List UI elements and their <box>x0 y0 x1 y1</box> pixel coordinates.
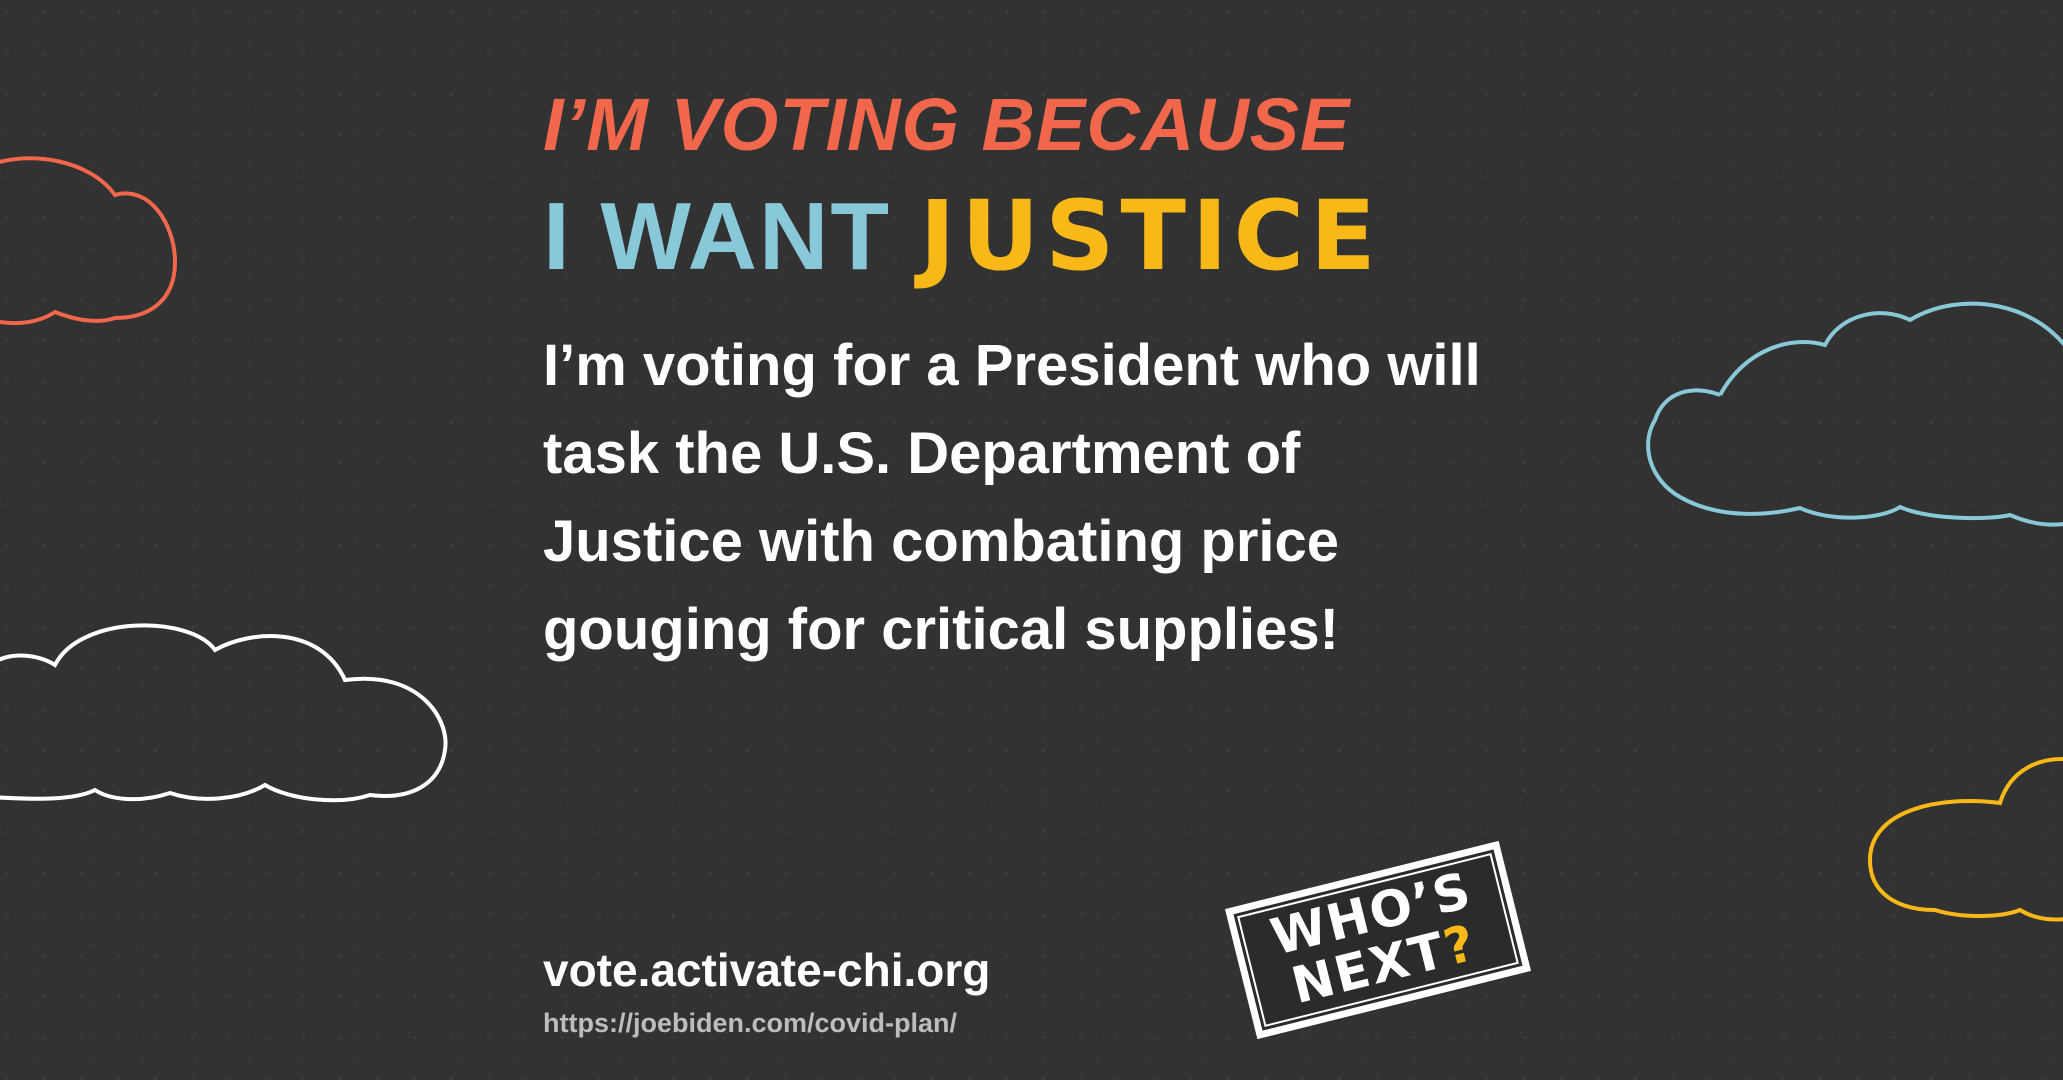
cloud-blue-icon <box>1646 301 2063 527</box>
body-text: I’m voting for a President who will task… <box>543 322 1481 674</box>
website-link[interactable]: vote.activate-chi.org <box>543 944 990 996</box>
headline-justice: JUSTICE <box>919 180 1382 292</box>
body-line: Justice with combating price <box>543 509 1340 574</box>
kicker-heading: I’M VOTING BECAUSE <box>543 83 1351 166</box>
body-line: gouging for critical supplies! <box>543 597 1339 662</box>
headline-i-want: I WANT <box>543 183 891 290</box>
cloud-white-icon <box>0 623 448 803</box>
body-line: I’m voting for a President who will <box>543 333 1481 398</box>
cloud-orange-icon <box>0 156 178 326</box>
body-line: task the U.S. Department of <box>543 421 1301 486</box>
source-url[interactable]: https://joebiden.com/covid-plan/ <box>543 1007 957 1039</box>
cloud-yellow-icon <box>1867 757 2063 922</box>
headline: I WANT JUSTICE <box>543 188 1382 285</box>
